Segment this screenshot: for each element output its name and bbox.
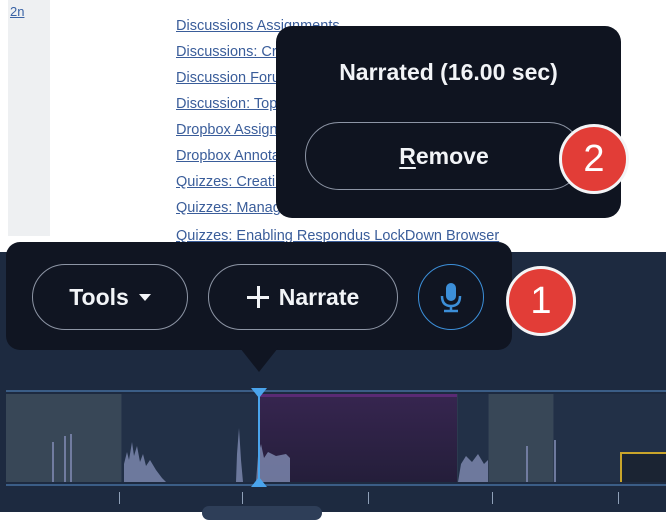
caret-down-icon (138, 293, 151, 301)
ruler-tick (119, 492, 120, 504)
plus-icon (246, 286, 269, 308)
playhead[interactable] (258, 392, 260, 484)
document-left-column: 2n (8, 0, 50, 236)
playhead-handle-top[interactable] (251, 388, 267, 398)
remove-label: emove (415, 142, 489, 169)
document-left-link[interactable]: 2n (10, 4, 24, 19)
playhead-handle-bottom[interactable] (251, 477, 267, 487)
microphone-button[interactable] (418, 264, 484, 330)
ruler-tick (618, 492, 619, 504)
timeline-top-border (6, 390, 666, 392)
microphone-icon (440, 283, 462, 313)
timeline-ruler[interactable] (6, 486, 666, 520)
narration-popover: Narrated (16.00 sec) Remove (276, 26, 621, 218)
ruler-tick (368, 492, 369, 504)
document-link[interactable]: Quizzes: Creating (176, 174, 291, 190)
remove-narration-button[interactable]: Remove (305, 122, 583, 190)
narration-duration-title: Narrated (16.00 sec) (339, 59, 558, 85)
ruler-scroll-thumb[interactable] (202, 506, 322, 520)
ruler-tick (242, 492, 243, 504)
callout-badge-2: 2 (559, 124, 629, 194)
toolbar-pointer (240, 348, 278, 372)
ruler-tick (492, 492, 493, 504)
callout-badge-1: 1 (506, 266, 576, 336)
narrate-label: Narrate (278, 283, 360, 310)
audio-waveform (52, 428, 556, 482)
timeline-track[interactable] (6, 394, 666, 482)
tools-label: Tools (69, 283, 129, 310)
narrate-button[interactable]: Narrate (208, 264, 398, 330)
tools-dropdown-button[interactable]: Tools (32, 264, 188, 330)
remove-access-key: R (399, 142, 416, 169)
timeline-toolbar: Tools Narrate (6, 242, 512, 350)
